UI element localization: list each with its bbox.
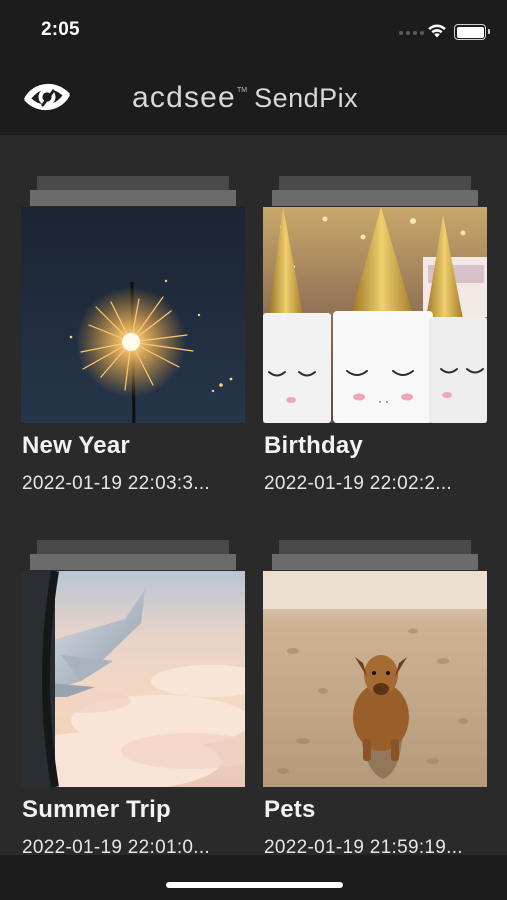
album-thumbnail[interactable]: [263, 207, 487, 423]
album-stack-decoration: [272, 540, 478, 572]
album-stack-decoration: [30, 176, 236, 208]
app-title: SendPix: [254, 83, 359, 113]
app-logo-icon[interactable]: [20, 75, 74, 119]
album-title: Pets: [264, 796, 316, 823]
album-date: 2022-01-19 22:02:2...: [264, 473, 452, 494]
bottom-bar: [0, 855, 507, 900]
album-grid: New Year 2022-01-19 22:03:3... Birthday …: [0, 135, 507, 855]
album-thumbnail[interactable]: [263, 571, 487, 787]
album-title: Summer Trip: [22, 796, 171, 823]
album-title: New Year: [22, 432, 130, 459]
album-title: Birthday: [264, 432, 363, 459]
status-bar: 2:05: [0, 0, 507, 60]
album-date: 2022-01-19 21:59:19...: [264, 837, 463, 855]
status-time: 2:05: [41, 19, 80, 40]
album-stack-decoration: [30, 540, 236, 572]
album-thumbnail[interactable]: [21, 571, 245, 787]
home-indicator[interactable]: [166, 882, 343, 888]
brand-trademark: TM: [236, 87, 248, 94]
cellular-signal-icon: [399, 31, 424, 35]
album-stack-decoration: [272, 176, 478, 208]
nav-bar: acdsee TM SendPix: [0, 60, 507, 135]
album-date: 2022-01-19 22:01:0...: [22, 837, 210, 855]
brand-logo: acdsee TM SendPix: [132, 81, 358, 115]
battery-icon: [454, 24, 490, 40]
album-date: 2022-01-19 22:03:3...: [22, 473, 210, 494]
album-thumbnail[interactable]: [21, 207, 245, 423]
wifi-icon: [428, 24, 446, 38]
brand-prefix: acdsee: [132, 81, 236, 114]
